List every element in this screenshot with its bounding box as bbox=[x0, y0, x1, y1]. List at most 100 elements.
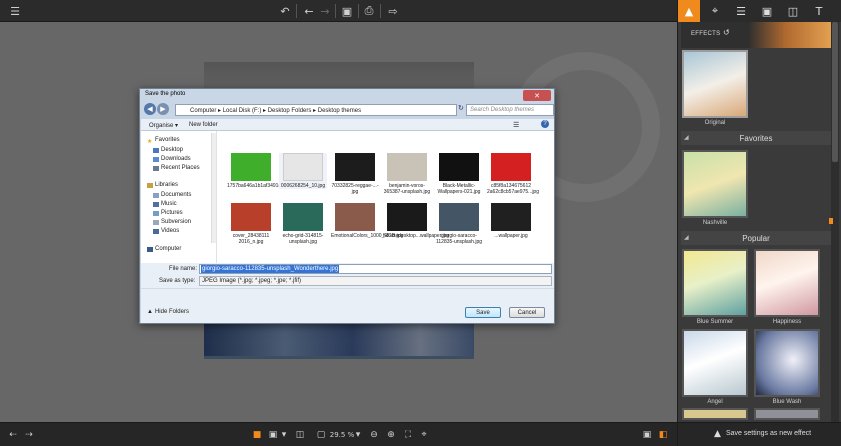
popular-header[interactable]: ◢ Popular bbox=[681, 231, 831, 245]
save-settings-bar[interactable]: ▲ Save settings as new effect bbox=[678, 422, 841, 446]
layers-icon[interactable]: ▣ bbox=[756, 0, 778, 22]
nav-downloads-label: Downloads bbox=[161, 156, 191, 162]
effect-thumb[interactable] bbox=[682, 408, 748, 420]
effect-thumb-blue-summer[interactable]: Blue Summer bbox=[682, 249, 748, 325]
nav-favorites[interactable]: ★ Favorites bbox=[147, 137, 180, 145]
nav-documents[interactable]: Documents bbox=[153, 192, 191, 198]
nav-libraries[interactable]: Libraries bbox=[147, 182, 178, 188]
zoom-out-icon[interactable]: ⊖ bbox=[367, 427, 381, 443]
toolbar-divider bbox=[358, 4, 359, 18]
previous-icon[interactable]: ⇠ bbox=[6, 427, 20, 443]
crop-icon[interactable]: ⌖ bbox=[704, 0, 726, 22]
canvas-photo-strip bbox=[204, 322, 474, 356]
nav-scrollbar[interactable] bbox=[211, 133, 216, 243]
savetype-label: Save as type: bbox=[159, 278, 196, 284]
print-icon[interactable]: ⎙ bbox=[360, 2, 378, 20]
nav-pictures[interactable]: Pictures bbox=[153, 210, 183, 216]
fit-icon[interactable]: ▢ bbox=[314, 427, 328, 443]
nav-videos[interactable]: Videos bbox=[153, 228, 179, 234]
forward-icon[interactable]: → bbox=[316, 2, 334, 20]
effect-thumb-angel[interactable]: Angel bbox=[682, 329, 748, 405]
close-button[interactable]: ✕ bbox=[523, 90, 551, 101]
split-view-icon[interactable]: ◫ bbox=[293, 427, 307, 443]
file-item[interactable]: 70332825-reggae-...-jpg bbox=[331, 153, 379, 195]
file-item[interactable]: EmotionalColors_1000_RGB.jpg bbox=[331, 203, 403, 239]
address-bar[interactable]: Computer ▸ Local Disk (F:) ▸ Desktop Fol… bbox=[175, 104, 457, 116]
undo-icon[interactable]: ↶ bbox=[276, 2, 294, 20]
panel-tabs: ▲ ⌖ ☰ ▣ ◫ T bbox=[678, 0, 841, 22]
share-icon[interactable]: ⇨ bbox=[384, 2, 402, 20]
file-name: ...wallpaper.jpg bbox=[494, 233, 528, 239]
nav-computer[interactable]: Computer bbox=[147, 246, 181, 252]
file-item[interactable]: 0006268254_10.jpg bbox=[279, 153, 327, 189]
effect-thumb-blue-wash[interactable]: Blue Wash bbox=[754, 329, 820, 405]
effect-thumb-original[interactable]: Original bbox=[682, 50, 748, 126]
back-button[interactable]: ◀ bbox=[144, 103, 156, 115]
dialog-toolbar: Organise ▾ New folder ☰ ? bbox=[141, 119, 554, 131]
bottom-toolbar: ⇠ ⇢ ■ ▣ ▾ ◫ ▢ 29.5 % ▾ ⊖ ⊕ ⛶ ⌖ ▣ ◧ bbox=[0, 422, 677, 446]
scrollbar-thumb[interactable] bbox=[832, 22, 838, 162]
actual-size-icon[interactable]: ⌖ bbox=[417, 427, 431, 443]
search-input[interactable]: Search Desktop themes bbox=[466, 104, 554, 116]
file-item[interactable]: giorgio-saracco-112835-unsplash.jpg bbox=[435, 203, 483, 245]
file-item[interactable]: Black-Metallic-Wallpapers-021.jpg bbox=[435, 153, 483, 195]
toolbar-divider bbox=[380, 4, 381, 18]
nav-downloads[interactable]: Downloads bbox=[153, 156, 191, 162]
file-item[interactable]: ...wallpaper.jpg bbox=[487, 203, 535, 239]
cancel-button[interactable]: Cancel bbox=[509, 307, 545, 318]
nav-subversion[interactable]: Subversion bbox=[153, 219, 191, 225]
file-item[interactable]: cover_28438111 2016_n.jpg bbox=[227, 203, 275, 245]
effects-icon[interactable]: ▲ bbox=[678, 0, 700, 22]
file-item[interactable]: fullsizedesktop...wallpaper.jpg bbox=[383, 203, 449, 239]
zoom-level[interactable]: 29.5 % bbox=[329, 427, 355, 443]
filename-input[interactable]: giorgio-saracco-112835-unsplash_Wonderth… bbox=[199, 264, 552, 274]
chevron-down-icon[interactable]: ▾ bbox=[354, 427, 362, 443]
file-name: echo-grid-314815-unsplash.jpg bbox=[282, 233, 324, 245]
refresh-icon[interactable]: ↻ bbox=[458, 104, 465, 116]
effect-thumb[interactable] bbox=[754, 408, 820, 420]
dialog-title: Save the photo bbox=[145, 91, 186, 97]
forward-button[interactable]: ▶ bbox=[157, 103, 169, 115]
organize-menu[interactable]: Organise ▾ bbox=[149, 122, 178, 129]
nav-music[interactable]: Music bbox=[153, 201, 177, 207]
collapse-icon: ◢ bbox=[684, 135, 689, 141]
frames-icon[interactable]: ◫ bbox=[782, 0, 804, 22]
chevron-down-icon[interactable]: ▾ bbox=[280, 427, 288, 443]
chevron-up-icon: ▲ bbox=[147, 309, 153, 315]
text-icon[interactable]: T bbox=[808, 0, 830, 22]
next-icon[interactable]: ⇢ bbox=[22, 427, 36, 443]
favorites-header[interactable]: ◢ Favorites bbox=[681, 131, 831, 145]
view-options-icon[interactable]: ☰ bbox=[513, 121, 519, 129]
save-button[interactable]: Save bbox=[465, 307, 501, 318]
adjust-icon[interactable]: ☰ bbox=[730, 0, 752, 22]
nav-subversion-label: Subversion bbox=[161, 219, 192, 225]
new-folder-button[interactable]: New folder bbox=[189, 122, 218, 128]
file-item[interactable]: c85f8a134675612 2a62c8cb57ae975...jpg bbox=[487, 153, 539, 195]
export-icon[interactable]: ▣ bbox=[640, 427, 654, 443]
file-list: 1757ba646a1b1af3491ee45620f20215.jpg 000… bbox=[221, 131, 554, 263]
zoom-in-icon[interactable]: ⊕ bbox=[384, 427, 398, 443]
savetype-select[interactable]: JPEG Image (*.jpg; *.jpeg; *.jpe; *.jfif… bbox=[199, 276, 552, 286]
file-item[interactable]: echo-grid-314815-unsplash.jpg bbox=[279, 203, 327, 245]
file-thumbnail bbox=[283, 203, 323, 231]
filename-value: giorgio-saracco-112835-unsplash_Wonderth… bbox=[201, 265, 340, 273]
reset-icon[interactable]: ↺ bbox=[723, 28, 730, 37]
panel-toggle-icon[interactable]: ◧ bbox=[656, 427, 670, 443]
nav-desktop-label: Desktop bbox=[161, 147, 184, 153]
file-thumbnail bbox=[335, 203, 375, 231]
effect-thumb-nashville[interactable]: Nashville bbox=[682, 150, 748, 226]
save-settings-label: Save settings as new effect bbox=[726, 430, 812, 437]
help-icon[interactable]: ? bbox=[541, 120, 549, 128]
hide-folders-toggle[interactable]: ▲ Hide Folders bbox=[147, 309, 189, 315]
save-icon[interactable]: ▣ bbox=[338, 2, 356, 20]
single-view-icon[interactable]: ■ bbox=[250, 427, 264, 443]
save-dialog: Save the photo ✕ ◀ ▶ Computer ▸ Local Di… bbox=[139, 88, 555, 324]
file-item[interactable]: benjamin-voros-365387-unsplash.jpg bbox=[383, 153, 431, 195]
nav-desktop[interactable]: Desktop bbox=[153, 147, 183, 153]
effect-thumb-happiness[interactable]: Happiness bbox=[754, 249, 820, 325]
menu-icon[interactable]: ☰ bbox=[6, 2, 24, 20]
nav-recent[interactable]: Recent Places bbox=[153, 165, 200, 171]
fullscreen-icon[interactable]: ⛶ bbox=[401, 427, 415, 443]
compare-view-icon[interactable]: ▣ bbox=[266, 427, 280, 443]
file-item[interactable]: 1757ba646a1b1af3491ee45620f20215.jpg bbox=[227, 153, 321, 189]
